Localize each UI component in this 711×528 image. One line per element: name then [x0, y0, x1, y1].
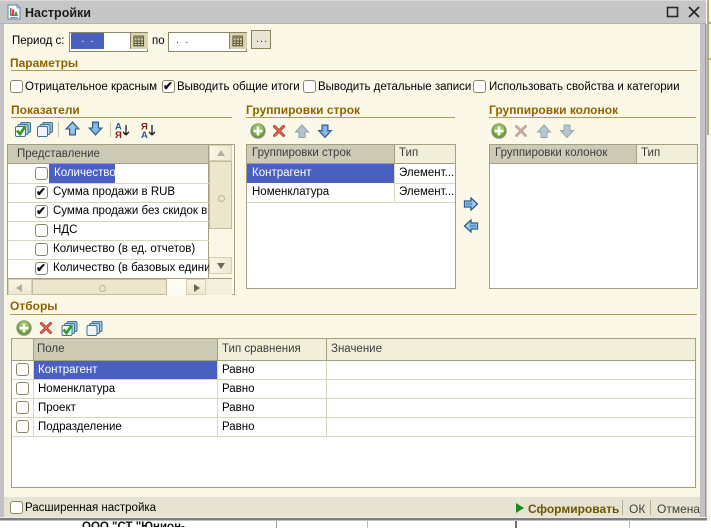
svg-text:А: А	[141, 130, 148, 139]
svg-text:Я: Я	[115, 130, 122, 139]
